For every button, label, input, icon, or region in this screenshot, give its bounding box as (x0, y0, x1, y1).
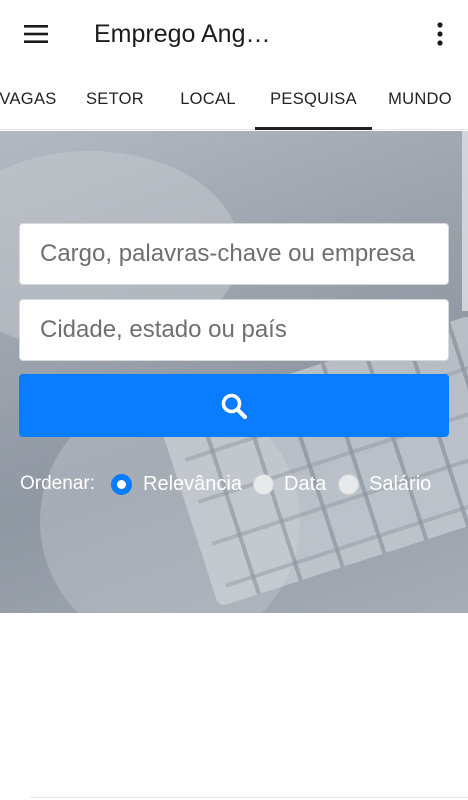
app-bar: Emprego Ang… (0, 0, 468, 68)
radio-label-relevancia[interactable]: Relevância (143, 473, 242, 496)
search-button[interactable] (19, 374, 449, 437)
hamburger-menu-icon[interactable] (14, 12, 58, 56)
radio-relevancia[interactable] (111, 474, 132, 495)
more-vertical-icon[interactable] (418, 12, 462, 56)
search-icon (221, 393, 248, 419)
divider (30, 797, 468, 798)
radio-label-salario[interactable]: Salário (369, 473, 431, 496)
radio-label-data[interactable]: Data (284, 473, 326, 496)
app-title: Emprego Ang… (94, 20, 271, 48)
keywords-field[interactable] (19, 223, 449, 285)
radio-data[interactable] (253, 474, 274, 495)
tab-vagas[interactable]: VAGAS (0, 68, 60, 130)
keywords-input[interactable] (20, 224, 448, 284)
radio-salario[interactable] (338, 474, 359, 495)
scrollbar[interactable] (462, 131, 468, 311)
tab-pesquisa[interactable]: PESQUISA (255, 68, 372, 130)
location-input[interactable] (20, 300, 448, 360)
tab-bar: VAGAS SETOR LOCAL PESQUISA MUNDO (0, 68, 468, 130)
sort-options: Ordenar: Relevância Data Salário (20, 470, 460, 502)
tab-setor[interactable]: SETOR (76, 68, 154, 130)
location-field[interactable] (19, 299, 449, 361)
tab-local[interactable]: LOCAL (168, 68, 248, 130)
search-hero: Ordenar: Relevância Data Salário (0, 131, 468, 613)
tab-mundo[interactable]: MUNDO (382, 68, 458, 130)
sort-label: Ordenar: (20, 473, 95, 494)
